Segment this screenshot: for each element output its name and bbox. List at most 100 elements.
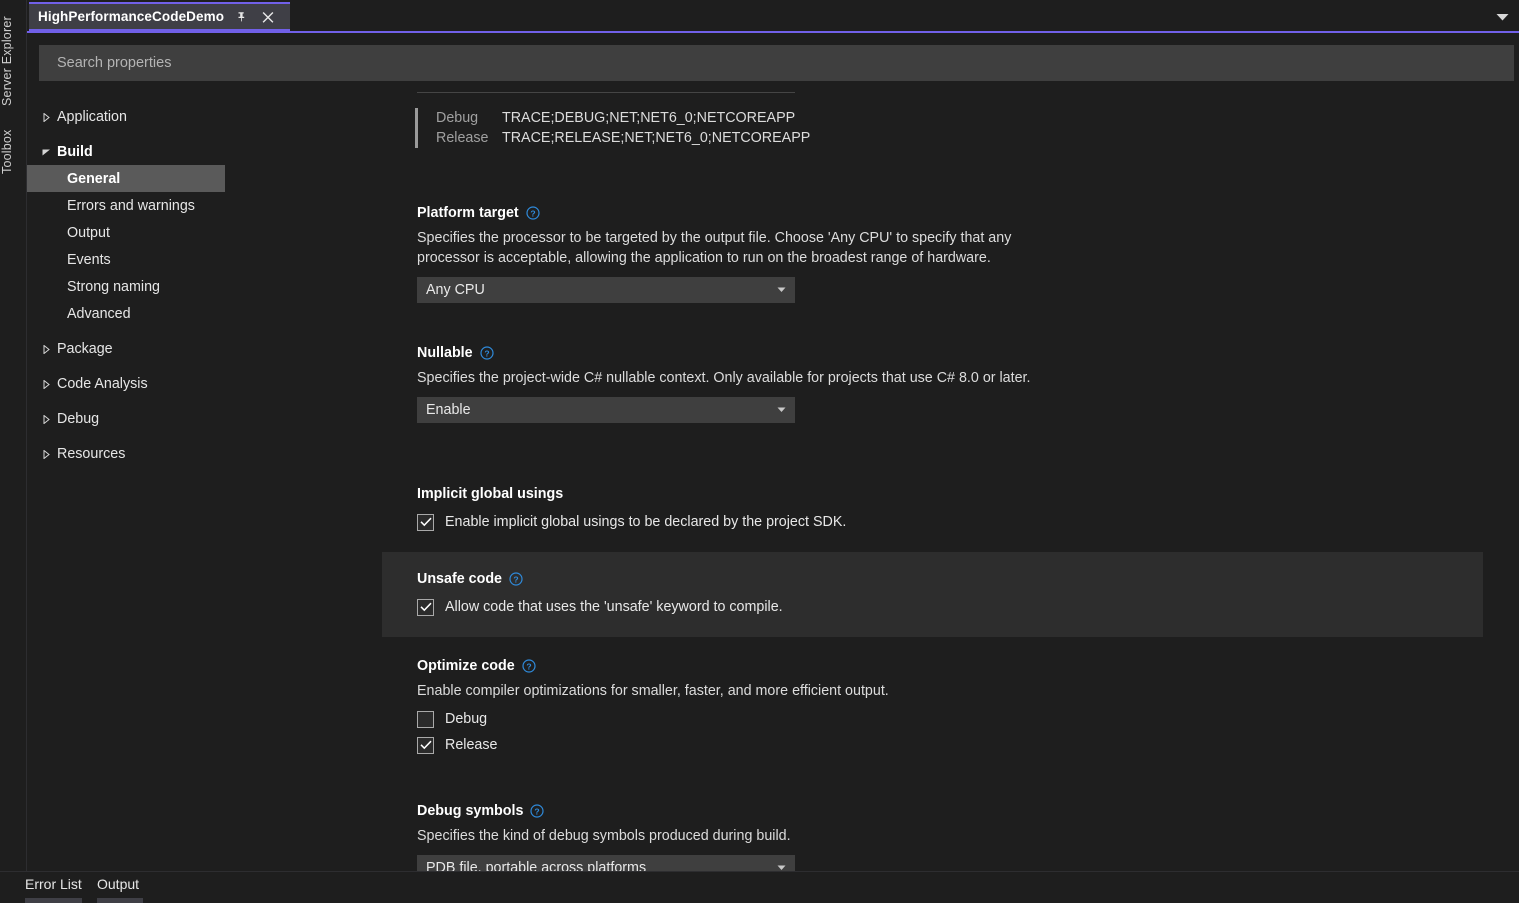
optimize-code-debug-checkbox[interactable] — [417, 710, 434, 728]
help-icon[interactable]: ? — [526, 206, 540, 220]
help-icon[interactable]: ? — [480, 346, 494, 360]
bottom-tool-window-tabs: Error List Output — [0, 871, 1519, 903]
optimize-code-debug-label: Debug — [445, 711, 488, 727]
chevron-down-icon[interactable] — [777, 286, 786, 295]
nav-item-code-analysis[interactable]: Code Analysis — [27, 371, 382, 397]
nav-item-build[interactable]: Build — [27, 139, 382, 165]
platform-target-dropdown[interactable]: Any CPU — [417, 277, 795, 303]
implicit-global-usings-title: Implicit global usings — [417, 486, 1519, 502]
nav-item-strong-naming[interactable]: Strong naming — [27, 273, 382, 300]
conditional-symbols-value: TRACE;RELEASE;NET;NET6_0;NETCOREAPP — [502, 130, 811, 146]
optimize-code-release-row[interactable]: Release — [417, 732, 1519, 758]
optimize-code-title-label: Optimize code — [417, 658, 515, 674]
svg-text:?: ? — [513, 574, 518, 584]
platform-target-description: Specifies the processor to be targeted b… — [417, 230, 1012, 266]
tab-output-underline — [97, 898, 143, 903]
conditional-symbols-value: TRACE;DEBUG;NET;NET6_0;NETCOREAPP — [502, 110, 796, 126]
conditional-symbols-list: Debug TRACE;DEBUG;NET;NET6_0;NETCOREAPP … — [415, 108, 815, 148]
nav-item-general[interactable]: General — [27, 165, 225, 192]
help-icon[interactable]: ? — [509, 572, 523, 586]
implicit-global-usings-title-label: Implicit global usings — [417, 486, 564, 502]
nav-item-debug[interactable]: Debug — [27, 406, 382, 432]
nav-item-general-label: General — [67, 170, 121, 187]
unsafe-code-checkbox-label: Allow code that uses the 'unsafe' keywor… — [445, 599, 783, 615]
nav-item-package[interactable]: Package — [27, 336, 382, 362]
chevron-right-icon[interactable] — [41, 344, 51, 354]
nullable-title: Nullable ? — [417, 345, 1519, 361]
chevron-right-icon[interactable] — [41, 379, 51, 389]
nav-item-resources[interactable]: Resources — [27, 441, 382, 467]
pin-icon[interactable] — [231, 5, 251, 29]
tab-error-list[interactable]: Error List — [25, 876, 82, 903]
debug-symbols-value: PDB file, portable across platforms — [426, 860, 647, 871]
unsafe-code-title-label: Unsafe code — [417, 571, 503, 587]
implicit-global-usings-checkbox-label: Enable implicit global usings to be decl… — [445, 514, 847, 530]
nullable-dropdown[interactable]: Enable — [417, 397, 795, 423]
implicit-global-usings-checkbox-row[interactable]: Enable implicit global usings to be decl… — [417, 509, 1519, 535]
help-icon[interactable]: ? — [530, 804, 545, 818]
tab-output-label: Output — [97, 876, 140, 892]
nav-item-errors-and-warnings[interactable]: Errors and warnings — [27, 192, 382, 219]
nav-item-events[interactable]: Events — [27, 246, 382, 273]
nav-item-debug-label: Debug — [57, 411, 100, 427]
debug-symbols-title-label: Debug symbols — [417, 803, 524, 819]
nav-item-output[interactable]: Output — [27, 219, 382, 246]
debug-symbols-title: Debug symbols ? — [417, 803, 1519, 819]
unsafe-code-title: Unsafe code ? — [417, 571, 1519, 587]
settings-content-pane: Debug TRACE;DEBUG;NET;NET6_0;NETCOREAPP … — [382, 86, 1519, 871]
section-unsafe-code: Unsafe code ? Allow code that uses the '… — [382, 571, 1519, 620]
nav-item-application[interactable]: Application — [27, 104, 382, 130]
unsafe-code-checkbox[interactable] — [417, 598, 434, 616]
debug-symbols-dropdown[interactable]: PDB file, portable across platforms — [417, 855, 795, 871]
chevron-right-icon[interactable] — [41, 112, 51, 122]
svg-text:?: ? — [526, 661, 531, 671]
platform-target-title: Platform target ? — [417, 205, 1519, 221]
section-platform-target: Platform target ? Specifies the processo… — [382, 205, 1519, 303]
optimize-code-title: Optimize code ? — [417, 658, 1519, 674]
implicit-global-usings-checkbox[interactable] — [417, 513, 434, 531]
conditional-symbols-row: Release TRACE;RELEASE;NET;NET6_0;NETCORE… — [436, 128, 815, 148]
tab-output[interactable]: Output — [97, 876, 143, 903]
svg-text:?: ? — [535, 806, 540, 816]
chevron-right-icon[interactable] — [41, 449, 51, 459]
chevron-right-icon[interactable] — [41, 414, 51, 424]
platform-target-value: Any CPU — [426, 282, 485, 298]
tab-bar-accent-line — [27, 31, 1519, 33]
nullable-title-label: Nullable — [417, 345, 473, 361]
settings-nav-tree: Application Build General Errors and war… — [27, 95, 382, 871]
nav-item-build-label: Build — [57, 144, 93, 160]
conditional-symbols-config: Release — [436, 130, 489, 146]
section-implicit-global-usings: Implicit global usings Enable implicit g… — [382, 486, 1519, 535]
close-icon[interactable] — [258, 5, 278, 29]
dock-item-server-explorer-label: Server Explorer — [0, 16, 14, 106]
section-divider — [417, 92, 795, 93]
chevron-down-icon[interactable] — [777, 406, 786, 415]
nav-item-output-label: Output — [67, 224, 110, 241]
dock-item-toolbox[interactable]: Toolbox — [0, 112, 27, 175]
svg-text:?: ? — [530, 208, 535, 218]
nullable-value: Enable — [426, 402, 471, 418]
chevron-down-icon[interactable] — [777, 864, 786, 872]
unsafe-code-checkbox-row[interactable]: Allow code that uses the 'unsafe' keywor… — [417, 594, 1519, 620]
section-debug-symbols: Debug symbols ? Specifies the kind of de… — [382, 803, 1519, 871]
tab-error-list-underline — [25, 898, 82, 903]
nav-item-package-label: Package — [57, 341, 113, 357]
tab-highperformancecodedemo[interactable]: HighPerformanceCodeDemo — [29, 2, 290, 31]
help-icon[interactable]: ? — [522, 659, 536, 673]
nav-item-advanced[interactable]: Advanced — [27, 300, 382, 327]
optimize-code-release-checkbox[interactable] — [417, 736, 434, 754]
section-optimize-code: Optimize code ? Enable compiler optimiza… — [382, 658, 1519, 758]
nav-item-errors-and-warnings-label: Errors and warnings — [67, 197, 195, 214]
dock-item-toolbox-label: Toolbox — [0, 129, 14, 175]
properties-window: Server Explorer Toolbox HighPerformanceC… — [0, 0, 1519, 903]
dock-item-server-explorer[interactable]: Server Explorer — [0, 2, 27, 106]
search-placeholder: Search properties — [57, 55, 172, 71]
dock-strip: Server Explorer Toolbox — [0, 0, 27, 871]
conditional-symbols-row: Debug TRACE;DEBUG;NET;NET6_0;NETCOREAPP — [436, 108, 815, 128]
search-properties-input[interactable]: Search properties — [39, 45, 1514, 81]
chevron-down-icon[interactable] — [41, 147, 51, 157]
nav-item-events-label: Events — [67, 251, 111, 268]
nullable-description: Specifies the project-wide C# nullable c… — [417, 370, 1031, 386]
tab-overflow-chevron-down-icon[interactable] — [1493, 11, 1511, 23]
optimize-code-debug-row[interactable]: Debug — [417, 706, 1519, 732]
